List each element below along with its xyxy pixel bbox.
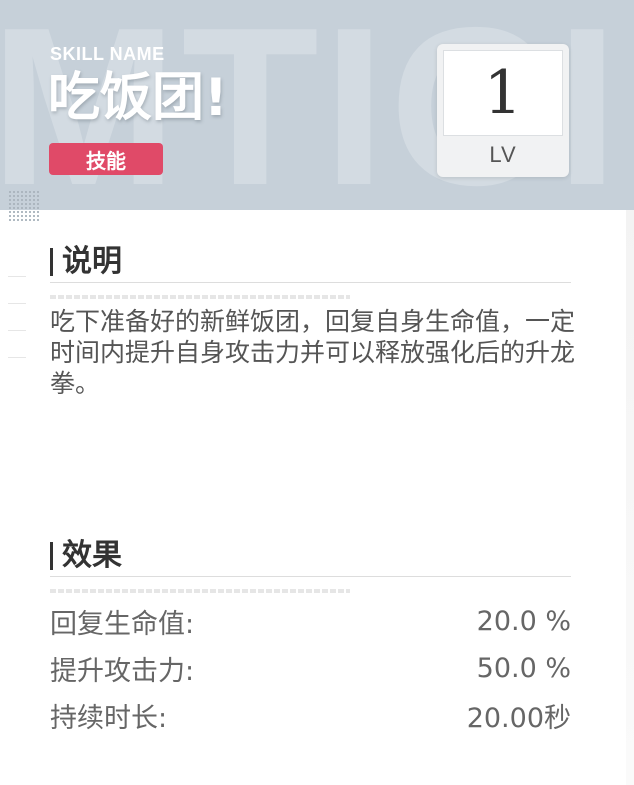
- effects-section-title: 效果: [62, 538, 122, 573]
- effects-section-header: 效果: [50, 536, 571, 577]
- dot-pattern-decoration: [8, 190, 40, 222]
- skill-type-badge: 技能: [49, 143, 163, 175]
- effect-value: 20.0 %: [476, 605, 571, 637]
- side-tick: [8, 277, 26, 304]
- effect-label: 回复生命值:: [50, 608, 195, 640]
- skill-name-label: SKILL NAME: [50, 44, 165, 64]
- side-tick: [8, 304, 26, 331]
- fine-print-decoration: [50, 589, 350, 593]
- side-tick: [8, 250, 26, 277]
- level-label: LV: [489, 142, 517, 167]
- effect-value: 20.00秒: [466, 702, 571, 734]
- side-tick: [8, 331, 26, 358]
- skill-title: 吃饭团!: [48, 68, 228, 128]
- fine-print-decoration: [50, 295, 350, 299]
- effect-label: 持续时长:: [50, 702, 168, 734]
- description-section-header: 说明: [50, 242, 571, 283]
- level-number: 1: [443, 50, 563, 136]
- section-accent-bar: [50, 248, 53, 276]
- edge-strip-decoration: [626, 210, 634, 785]
- effect-row: 持续时长: 20.00秒: [50, 696, 571, 734]
- effect-row: 提升攻击力: 50.0 %: [50, 649, 571, 687]
- effect-row: 回复生命值: 20.0 %: [50, 602, 571, 640]
- skill-description: 吃下准备好的新鲜饭团，回复自身生命值，一定时间内提升自身攻击力并可以释放强化后的…: [50, 307, 576, 398]
- side-tick-decoration: [8, 250, 26, 358]
- level-card: 1 LV: [437, 44, 569, 177]
- skill-header: MTICII SKILL NAME 吃饭团! 技能 1 LV: [0, 0, 634, 210]
- effect-label: 提升攻击力:: [50, 655, 195, 687]
- section-accent-bar: [50, 542, 53, 570]
- effect-value: 50.0 %: [476, 652, 571, 684]
- description-section-title: 说明: [62, 244, 122, 279]
